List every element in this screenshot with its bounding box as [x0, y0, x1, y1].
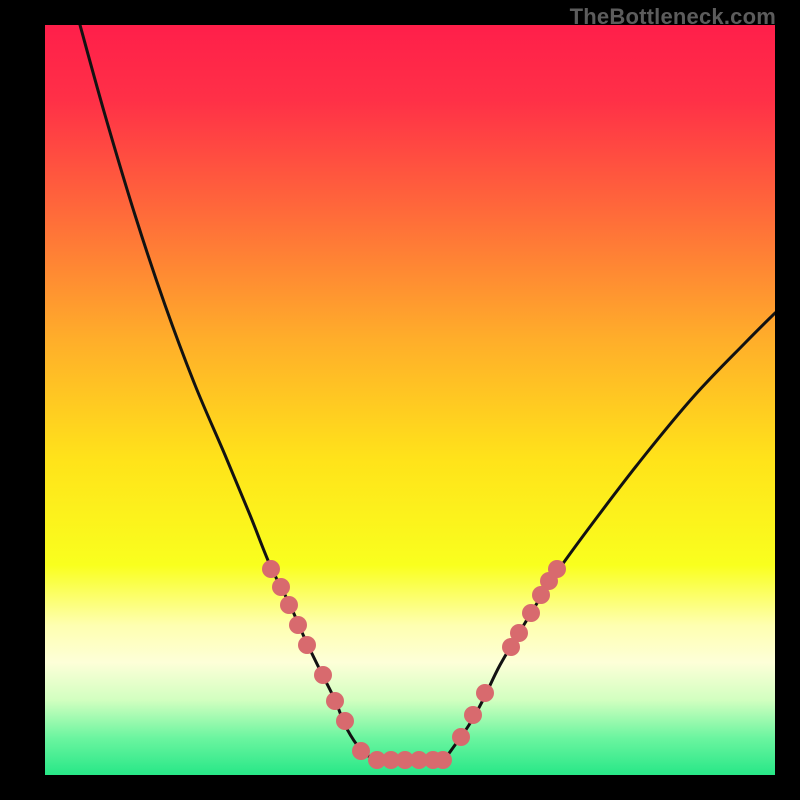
- data-marker: [289, 616, 307, 634]
- chart-frame: TheBottleneck.com: [0, 0, 800, 800]
- data-marker: [280, 596, 298, 614]
- watermark-text: TheBottleneck.com: [570, 4, 776, 30]
- plot-area: [45, 25, 775, 775]
- data-marker: [272, 578, 290, 596]
- data-marker: [522, 604, 540, 622]
- data-marker: [352, 742, 370, 760]
- data-marker: [314, 666, 332, 684]
- data-marker: [476, 684, 494, 702]
- data-marker: [298, 636, 316, 654]
- data-marker: [262, 560, 280, 578]
- data-marker: [510, 624, 528, 642]
- data-marker: [326, 692, 344, 710]
- chart-curves: [45, 25, 775, 775]
- data-marker: [548, 560, 566, 578]
- data-marker: [434, 751, 452, 769]
- data-marker: [464, 706, 482, 724]
- data-marker: [452, 728, 470, 746]
- bottleneck-curve: [80, 25, 775, 761]
- data-marker: [336, 712, 354, 730]
